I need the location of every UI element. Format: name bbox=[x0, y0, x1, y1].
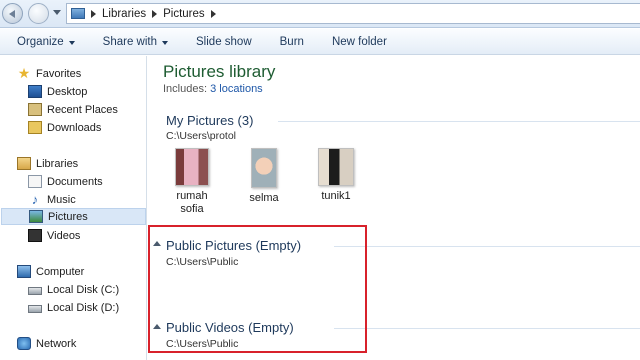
libraries-icon bbox=[17, 157, 31, 170]
nav-local-disk-c[interactable]: Local Disk (C:) bbox=[28, 281, 119, 298]
breadcrumb-arrow-icon[interactable] bbox=[152, 9, 158, 18]
nav-label: Downloads bbox=[47, 121, 102, 134]
chevron-down-icon bbox=[68, 40, 75, 45]
group-separator bbox=[334, 328, 640, 329]
share-with-label: Share with bbox=[102, 35, 158, 48]
nav-label: Computer bbox=[36, 265, 85, 278]
recent-pages-dropdown[interactable] bbox=[53, 10, 61, 15]
includes-label: Includes: bbox=[163, 83, 208, 95]
nav-network[interactable]: Network bbox=[17, 335, 76, 352]
group-path: C:\Users\protol bbox=[166, 130, 237, 142]
pictures-icon bbox=[29, 210, 43, 223]
organize-button[interactable]: Organize bbox=[17, 36, 75, 48]
libraries-icon bbox=[71, 8, 85, 19]
nav-label: Network bbox=[36, 337, 77, 350]
group-separator bbox=[278, 121, 640, 122]
nav-computer[interactable]: Computer bbox=[17, 263, 84, 280]
nav-desktop[interactable]: Desktop bbox=[28, 83, 87, 100]
nav-downloads[interactable]: Downloads bbox=[28, 119, 101, 136]
nav-label: Videos bbox=[47, 229, 81, 242]
network-icon bbox=[17, 337, 31, 350]
library-includes: Includes: 3 locations bbox=[163, 83, 263, 95]
nav-label: Favorites bbox=[36, 67, 82, 80]
star-icon: ★ bbox=[17, 65, 31, 81]
library-title: Pictures library bbox=[163, 62, 276, 81]
photo-thumbnail bbox=[251, 148, 277, 188]
locations-link[interactable]: 3 locations bbox=[210, 83, 263, 95]
breadcrumb-libraries[interactable]: Libraries bbox=[102, 8, 146, 20]
nav-recent-places[interactable]: Recent Places bbox=[28, 101, 118, 118]
breadcrumb-arrow-icon[interactable] bbox=[210, 9, 216, 18]
navigation-pane: ★ Favorites Desktop Recent Places Downlo… bbox=[0, 56, 147, 360]
back-button[interactable] bbox=[2, 3, 23, 24]
address-field[interactable]: Libraries Pictures bbox=[66, 3, 640, 24]
hard-disk-icon bbox=[28, 305, 42, 313]
nav-label: Documents bbox=[47, 175, 103, 188]
group-separator bbox=[334, 246, 640, 247]
command-bar: Organize Share with Slide show Burn New … bbox=[0, 29, 640, 55]
nav-label: Pictures bbox=[48, 210, 88, 223]
computer-icon bbox=[17, 265, 31, 278]
organize-label: Organize bbox=[17, 35, 64, 48]
forward-button[interactable] bbox=[28, 3, 49, 24]
group-header-my-pictures[interactable]: My Pictures (3) bbox=[166, 113, 253, 128]
documents-icon bbox=[28, 175, 42, 188]
nav-favorites[interactable]: ★ Favorites bbox=[17, 65, 82, 82]
nav-local-disk-d[interactable]: Local Disk (D:) bbox=[28, 299, 119, 316]
slide-show-label: Slide show bbox=[196, 35, 252, 48]
nav-music[interactable]: ♪ Music bbox=[28, 191, 76, 208]
new-folder-button[interactable]: New folder bbox=[332, 36, 387, 48]
nav-documents[interactable]: Documents bbox=[28, 173, 103, 190]
nav-label: Recent Places bbox=[47, 103, 118, 116]
photo-thumbnail bbox=[175, 148, 209, 186]
file-item-tunik1[interactable]: tunik1 bbox=[306, 148, 366, 203]
burn-button[interactable]: Burn bbox=[280, 36, 304, 48]
share-with-button[interactable]: Share with bbox=[102, 35, 169, 48]
file-name: sofia bbox=[180, 203, 204, 215]
slide-show-button[interactable]: Slide show bbox=[196, 36, 252, 48]
breadcrumb-pictures[interactable]: Pictures bbox=[163, 8, 205, 20]
downloads-icon bbox=[28, 121, 42, 134]
new-folder-label: New folder bbox=[331, 35, 387, 48]
nav-libraries[interactable]: Libraries bbox=[17, 155, 78, 172]
file-item-selma[interactable]: selma bbox=[234, 148, 294, 205]
nav-pictures[interactable]: Pictures bbox=[1, 208, 146, 225]
videos-icon bbox=[28, 229, 42, 242]
chevron-down-icon bbox=[162, 40, 169, 45]
nav-label: Music bbox=[47, 193, 76, 206]
burn-label: Burn bbox=[279, 35, 304, 48]
file-name: tunik1 bbox=[321, 190, 351, 202]
hard-disk-icon bbox=[28, 287, 42, 295]
nav-label: Desktop bbox=[47, 85, 88, 98]
file-item-rumah-sofia[interactable]: rumah sofia bbox=[162, 148, 222, 216]
file-name: rumah bbox=[176, 190, 208, 202]
nav-label: Local Disk (D:) bbox=[47, 301, 120, 314]
highlight-box bbox=[148, 225, 367, 353]
recent-places-icon bbox=[28, 103, 42, 116]
file-name: selma bbox=[249, 192, 279, 204]
breadcrumb-arrow-icon[interactable] bbox=[91, 9, 96, 18]
music-note-icon: ♪ bbox=[31, 192, 39, 207]
address-bar-area: Libraries Pictures bbox=[0, 0, 640, 28]
nav-label: Libraries bbox=[36, 157, 79, 170]
photo-thumbnail bbox=[318, 148, 354, 186]
nav-videos[interactable]: Videos bbox=[28, 227, 80, 244]
nav-label: Local Disk (C:) bbox=[47, 283, 120, 296]
desktop-icon bbox=[28, 85, 42, 98]
